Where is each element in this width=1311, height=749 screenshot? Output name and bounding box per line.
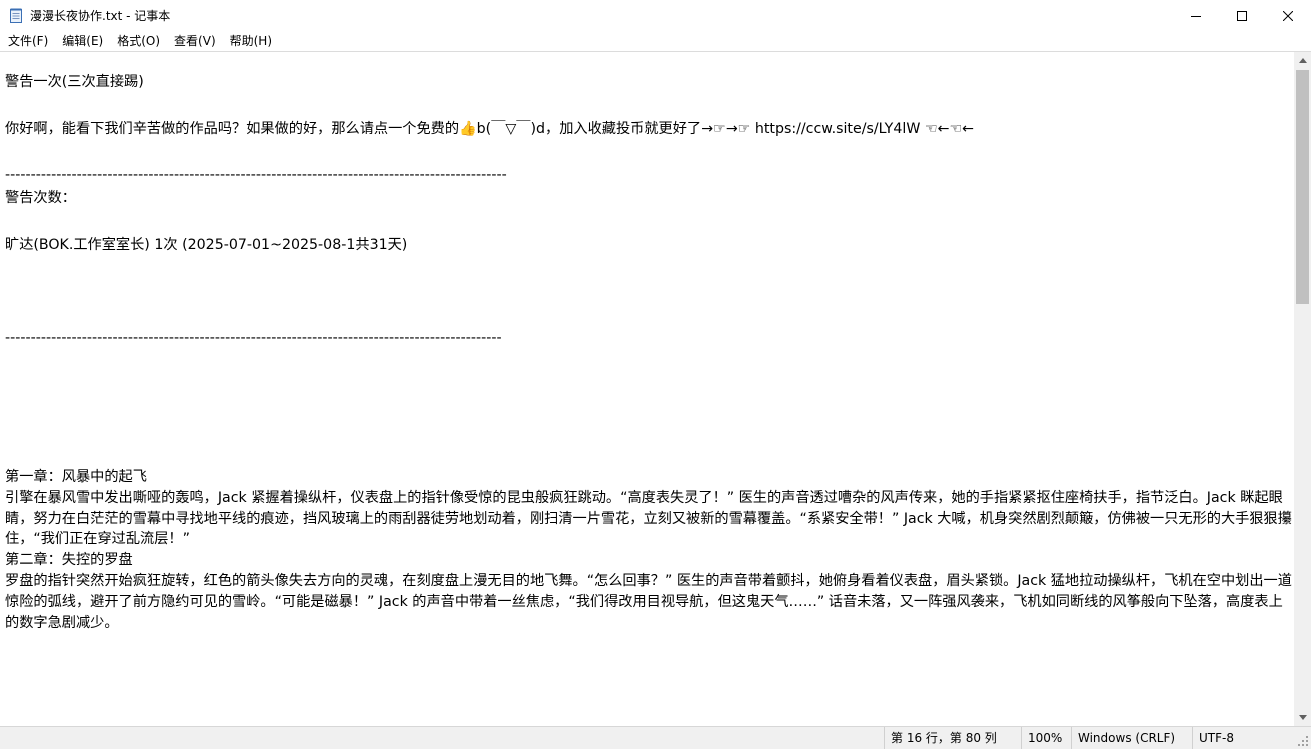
- vertical-scrollbar[interactable]: [1294, 52, 1311, 726]
- status-cursor-position: 第 16 行，第 80 列: [884, 727, 1012, 749]
- minimize-icon: [1191, 15, 1201, 17]
- status-line-ending: Windows (CRLF): [1071, 727, 1191, 749]
- text-line: [5, 281, 1294, 304]
- text-line: 第一章：风暴中的起飞: [5, 469, 147, 486]
- text-editor[interactable]: 警告一次(三次直接踢) 你好啊，能看下我们辛苦做的作品吗？如果做的好，那么请点一个…: [0, 52, 1294, 726]
- text-line: [5, 141, 1294, 164]
- menu-view[interactable]: 查看(V): [167, 31, 223, 51]
- minimize-button[interactable]: [1173, 0, 1219, 31]
- close-icon: [1283, 10, 1293, 21]
- text-line: ----------------------------------------…: [5, 330, 502, 347]
- chevron-up-icon: [1298, 58, 1307, 63]
- text-line: 罗盘的指针突然开始疯狂旋转，红色的箭头像失去方向的灵魂，在刻度盘上漫无目的地飞舞…: [5, 573, 1292, 631]
- scroll-down-button[interactable]: [1294, 709, 1311, 726]
- status-encoding: UTF-8: [1192, 727, 1292, 749]
- text-line: [5, 374, 1294, 397]
- menu-file[interactable]: 文件(F): [0, 31, 55, 51]
- notepad-window: 漫漫长夜协作.txt - 记事本 文件(F) 编辑(E) 格式(O) 查看(V)…: [0, 0, 1311, 749]
- editor-frame: 警告一次(三次直接踢) 你好啊，能看下我们辛苦做的作品吗？如果做的好，那么请点一个…: [0, 51, 1311, 726]
- menu-format[interactable]: 格式(O): [110, 31, 167, 51]
- text-line: [5, 257, 1294, 280]
- text-line: 引擎在暴风雪中发出嘶哑的轰鸣，Jack 紧握着操纵杆，仪表盘上的指针像受惊的昆虫…: [5, 489, 1292, 548]
- chevron-down-icon: [1298, 715, 1307, 720]
- text-line: [5, 211, 1294, 234]
- title-bar[interactable]: 漫漫长夜协作.txt - 记事本: [0, 0, 1311, 31]
- text-line: 警告一次(三次直接踢): [5, 74, 144, 90]
- text-line: [5, 420, 1294, 443]
- menu-help[interactable]: 帮助(H): [223, 31, 279, 51]
- menu-edit[interactable]: 编辑(E): [55, 31, 110, 51]
- text-line: [5, 351, 1294, 374]
- close-button[interactable]: [1265, 0, 1311, 31]
- text-line: [5, 94, 1294, 117]
- text-line: [5, 397, 1294, 420]
- maximize-icon: [1237, 10, 1247, 21]
- text-line: [5, 444, 1294, 467]
- text-line: 警告次数：: [5, 190, 76, 207]
- resize-grip-icon[interactable]: [1297, 735, 1309, 747]
- maximize-button[interactable]: [1219, 0, 1265, 31]
- window-title: 漫漫长夜协作.txt - 记事本: [30, 9, 171, 23]
- scroll-up-button[interactable]: [1294, 52, 1311, 69]
- text-line: 第二章：失控的罗盘: [5, 552, 133, 569]
- menu-bar: 文件(F) 编辑(E) 格式(O) 查看(V) 帮助(H): [0, 31, 1311, 51]
- status-bar: 第 16 行，第 80 列 100% Windows (CRLF) UTF-8: [0, 726, 1311, 749]
- notepad-icon: [10, 8, 22, 23]
- text-line: 旷达(BOK.工作室室长) 1次 (2025-07-01~2025-08-1共3…: [5, 237, 408, 254]
- status-zoom: 100%: [1021, 727, 1069, 749]
- text-line: [5, 304, 1294, 327]
- text-line: ----------------------------------------…: [5, 167, 507, 184]
- text-line: 你好啊，能看下我们辛苦做的作品吗？如果做的好，那么请点一个免费的👍b(￣▽￣)d…: [5, 120, 975, 137]
- scrollbar-thumb[interactable]: [1296, 70, 1309, 304]
